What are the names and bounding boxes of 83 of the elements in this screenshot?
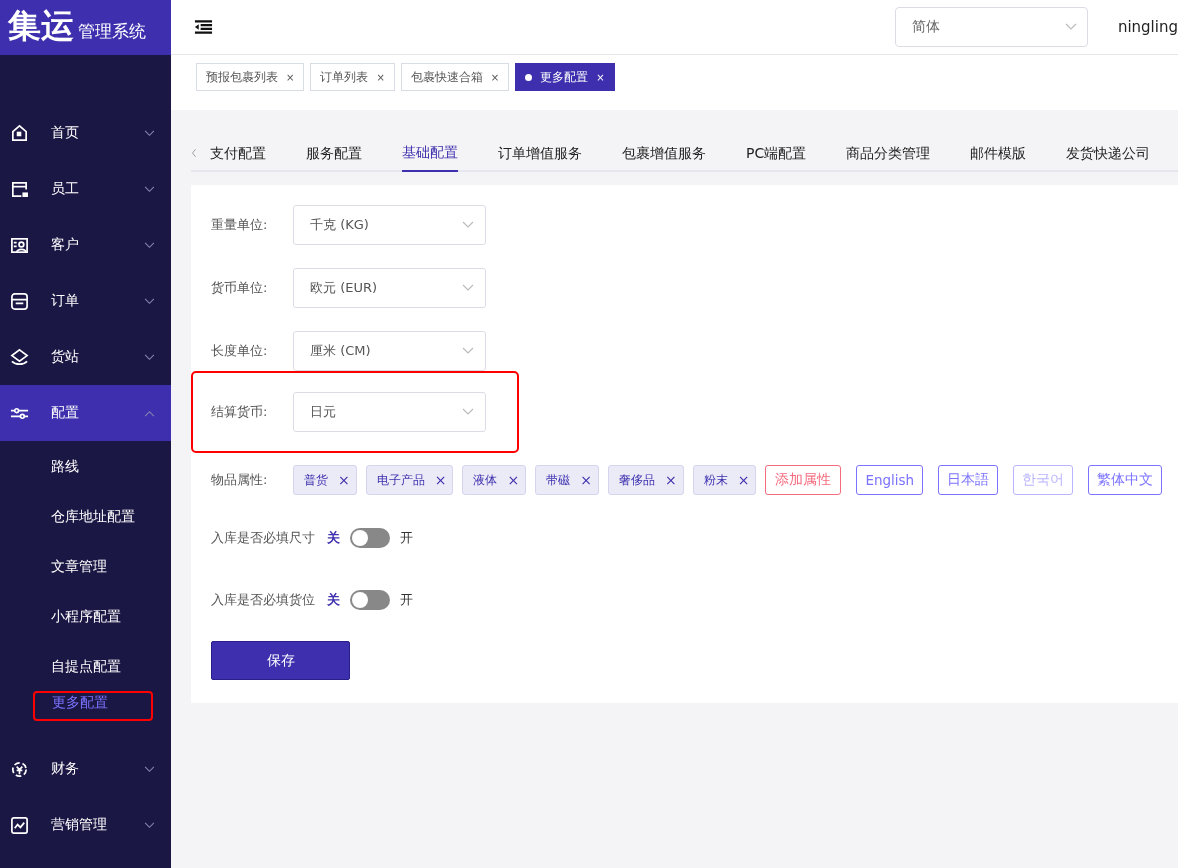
language-button[interactable]: 繁体中文 bbox=[1088, 465, 1163, 495]
sidebar-subitem[interactable]: 自提点配置 bbox=[0, 641, 171, 691]
language-button[interactable]: 日本語 bbox=[938, 465, 999, 495]
open-page-tab[interactable]: 订单列表 × bbox=[310, 63, 395, 91]
settings-tab[interactable]: 发货快递公司 bbox=[1046, 135, 1171, 172]
language-button[interactable]: English bbox=[856, 465, 924, 495]
select-field[interactable]: 欧元 (EUR) bbox=[293, 268, 486, 308]
card-icon bbox=[10, 179, 29, 199]
sidebar-item[interactable]: 首页 bbox=[0, 105, 171, 161]
chevron-left-icon[interactable] bbox=[191, 147, 197, 158]
logo-title: 集运 bbox=[8, 5, 74, 47]
field-label: 重量单位: bbox=[211, 216, 269, 234]
select-field[interactable]: 千克 (KG) bbox=[293, 205, 486, 245]
menu-collapse-icon[interactable] bbox=[194, 19, 213, 35]
layers-icon bbox=[10, 347, 29, 367]
sidebar-item[interactable]: 员工 bbox=[0, 161, 171, 217]
close-icon[interactable]: × bbox=[490, 71, 500, 83]
sidebar-subitem[interactable]: 小程序配置 bbox=[0, 591, 171, 641]
close-icon[interactable]: × bbox=[664, 472, 677, 488]
language-select[interactable]: 简体 bbox=[894, 7, 1088, 47]
sidebar-item[interactable]: 订单 bbox=[0, 273, 171, 329]
field-label: 入库是否必填尺寸 bbox=[211, 529, 315, 547]
sidebar-item[interactable]: 客户 bbox=[0, 217, 171, 273]
settings-tab[interactable]: 服务配置 bbox=[286, 135, 382, 172]
toggle-switch[interactable] bbox=[350, 528, 390, 548]
user-name[interactable]: ningling bbox=[1117, 18, 1178, 36]
settings-tab[interactable]: 支付配置 bbox=[210, 135, 286, 172]
sidebar-item[interactable]: 配置 bbox=[0, 385, 171, 441]
sidebar-subitem[interactable]: 文章管理 bbox=[0, 541, 171, 591]
attribute-tag: 带磁 × bbox=[535, 465, 599, 495]
attribute-tag: 电子产品 × bbox=[365, 465, 454, 495]
attribute-tag: 奢侈品 × bbox=[607, 465, 684, 495]
settings-tab[interactable]: 邮件模版 bbox=[950, 135, 1047, 172]
select-field[interactable]: 厘米 (CM) bbox=[293, 331, 486, 371]
close-icon[interactable]: × bbox=[580, 472, 592, 488]
sidebar-item[interactable]: 财务 bbox=[0, 741, 171, 797]
close-icon[interactable]: × bbox=[286, 71, 295, 83]
sidebar-item[interactable]: 货站 bbox=[0, 329, 171, 385]
select-field[interactable]: 日元 bbox=[293, 392, 486, 432]
chart-icon bbox=[10, 815, 29, 835]
close-icon[interactable]: × bbox=[376, 71, 385, 83]
attribute-tag: 粉末 × bbox=[692, 465, 757, 495]
sidebar-subitem[interactable]: 路线 bbox=[0, 441, 171, 491]
house-icon bbox=[10, 123, 29, 143]
on-label: 开 bbox=[400, 591, 413, 609]
sidebar-subitem[interactable]: 更多配置 bbox=[33, 691, 153, 721]
save-button[interactable]: 保存 bbox=[211, 641, 350, 680]
logo-subtitle: 管理系统 bbox=[78, 20, 146, 43]
open-page-tab[interactable]: 预报包裹列表 × bbox=[196, 63, 305, 91]
person-card-icon bbox=[10, 235, 29, 255]
field-label: 货币单位: bbox=[211, 279, 269, 297]
sidebar-subitem[interactable]: 仓库地址配置 bbox=[0, 491, 171, 541]
field-label: 入库是否必填货位 bbox=[211, 591, 315, 609]
settings-tab[interactable]: PC端配置 bbox=[726, 135, 827, 172]
settings-tab[interactable]: 包裹增值服务 bbox=[602, 135, 726, 172]
on-label: 开 bbox=[400, 529, 413, 547]
chevron-down-icon bbox=[462, 221, 474, 229]
close-icon[interactable]: × bbox=[596, 71, 605, 83]
chevron-down-icon bbox=[462, 408, 474, 416]
close-icon[interactable]: × bbox=[338, 472, 350, 488]
yen-circle-icon bbox=[10, 759, 29, 779]
active-dot-icon bbox=[525, 73, 533, 81]
attribute-tag: 普货 × bbox=[293, 465, 357, 495]
chevron-down-icon bbox=[1064, 23, 1077, 31]
toggle-switch[interactable] bbox=[350, 590, 390, 610]
field-label: 物品属性: bbox=[211, 471, 269, 489]
close-icon[interactable]: × bbox=[737, 472, 750, 488]
field-label: 长度单位: bbox=[211, 342, 269, 360]
close-icon[interactable]: × bbox=[507, 472, 520, 488]
settings-tab[interactable]: 商品分类管理 bbox=[826, 135, 951, 172]
settings-tab[interactable]: 订单增值服务 bbox=[478, 135, 602, 172]
open-page-tab[interactable]: 包裹快速合箱 × bbox=[400, 63, 510, 91]
off-label: 关 bbox=[327, 529, 340, 547]
attribute-tag: 液体 × bbox=[462, 465, 527, 495]
document-icon bbox=[10, 291, 29, 311]
close-icon[interactable]: × bbox=[434, 472, 447, 488]
chevron-down-icon bbox=[462, 284, 474, 292]
sidebar-item[interactable]: 营销管理 bbox=[0, 797, 171, 853]
open-page-tab[interactable]: 更多配置 × bbox=[515, 63, 615, 91]
chevron-down-icon bbox=[462, 347, 474, 355]
field-label: 结算货币: bbox=[211, 403, 269, 421]
settings-tab[interactable]: 基础配置 bbox=[402, 135, 458, 172]
off-label: 关 bbox=[327, 591, 340, 609]
